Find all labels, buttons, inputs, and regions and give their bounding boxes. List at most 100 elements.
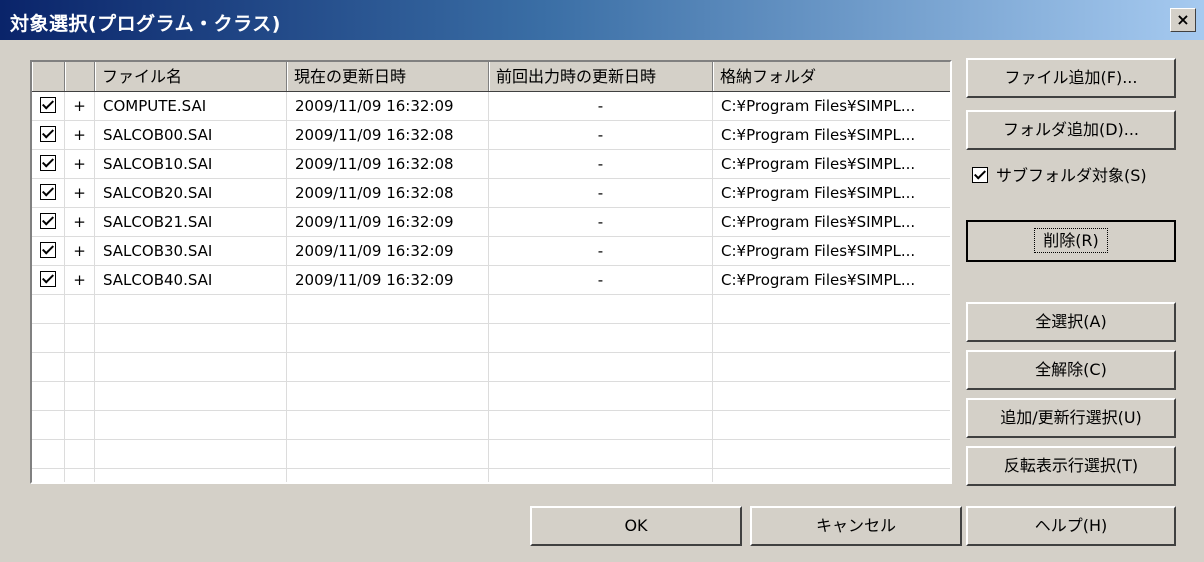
deselect-all-button[interactable]: 全解除(C) [966, 350, 1176, 390]
row-mark: + [65, 150, 95, 179]
table-row[interactable]: + SALCOB21.SAI 2009/11/09 16:32:09- C:¥Prog… [32, 208, 950, 237]
empty-cell [65, 469, 95, 482]
cell-current-datetime: 2009/11/09 16:32:09 [287, 92, 489, 121]
empty-cell [95, 324, 287, 353]
help-button[interactable]: ヘルプ(H) [966, 506, 1176, 546]
cell-previous-datetime: - [489, 237, 713, 266]
empty-cell [489, 440, 713, 469]
row-checkbox[interactable] [32, 266, 65, 295]
empty-row [32, 324, 950, 353]
row-checkbox[interactable] [32, 121, 65, 150]
table-row[interactable]: + SALCOB40.SAI 2009/11/09 16:32:09- C:¥Prog… [32, 266, 950, 295]
select-all-button[interactable]: 全選択(A) [966, 302, 1176, 342]
dialog-window: 対象選択(プログラム・クラス) × ファイル名 現在の更新日時 前回出力時の更新… [0, 0, 1204, 562]
empty-cell [95, 411, 287, 440]
cell-folder: C:¥Program Files¥SIMPL... [713, 179, 950, 208]
row-checkbox[interactable] [32, 208, 65, 237]
header-check[interactable] [32, 62, 65, 91]
cancel-button[interactable]: キャンセル [750, 506, 962, 546]
cell-folder: C:¥Program Files¥SIMPL... [713, 266, 950, 295]
delete-button[interactable]: 削除(R) [966, 220, 1176, 262]
empty-cell [32, 324, 65, 353]
empty-row [32, 353, 950, 382]
row-mark: + [65, 179, 95, 208]
header-folder[interactable]: 格納フォルダ [713, 62, 950, 91]
title-bar: 対象選択(プログラム・クラス) × [0, 0, 1204, 40]
select-updated-rows-button[interactable]: 追加/更新行選択(U) [966, 398, 1176, 438]
table-row[interactable]: + COMPUTE.SAI 2009/11/09 16:32:09- C:¥Progr… [32, 92, 950, 121]
header-mark[interactable] [65, 62, 95, 91]
empty-cell [287, 469, 489, 482]
empty-cell [489, 295, 713, 324]
add-file-button[interactable]: ファイル追加(F)... [966, 58, 1176, 98]
cell-previous-datetime: - [489, 150, 713, 179]
header-current-datetime[interactable]: 現在の更新日時 [287, 62, 489, 91]
select-inverted-rows-button[interactable]: 反転表示行選択(T) [966, 446, 1176, 486]
window-title: 対象選択(プログラム・クラス) [10, 13, 281, 35]
cell-previous-datetime: - [489, 179, 713, 208]
cell-previous-datetime: - [489, 121, 713, 150]
cell-folder: C:¥Program Files¥SIMPL... [713, 208, 950, 237]
table-row[interactable]: + SALCOB20.SAI 2009/11/09 16:32:08- C:¥Prog… [32, 179, 950, 208]
header-previous-datetime[interactable]: 前回出力時の更新日時 [489, 62, 713, 91]
empty-cell [713, 382, 950, 411]
ok-button[interactable]: OK [530, 506, 742, 546]
empty-cell [287, 324, 489, 353]
empty-cell [32, 382, 65, 411]
cell-current-datetime: 2009/11/09 16:32:08 [287, 179, 489, 208]
table-row[interactable]: + SALCOB10.SAI 2009/11/09 16:32:08- C:¥Prog… [32, 150, 950, 179]
row-checkbox[interactable] [32, 150, 65, 179]
checkbox-icon[interactable] [40, 242, 56, 258]
cell-folder: C:¥Program Files¥SIMPL... [713, 92, 950, 121]
table-row[interactable]: + SALCOB00.SAI 2009/11/09 16:32:08- C:¥Prog… [32, 121, 950, 150]
empty-cell [32, 440, 65, 469]
checkbox-icon[interactable] [40, 126, 56, 142]
empty-cell [95, 353, 287, 382]
subfolder-check-icon[interactable] [972, 167, 988, 183]
empty-cell [713, 353, 950, 382]
empty-row [32, 382, 950, 411]
row-checkbox[interactable] [32, 237, 65, 266]
empty-cell [32, 411, 65, 440]
empty-cell [489, 411, 713, 440]
table-row[interactable]: + SALCOB30.SAI 2009/11/09 16:32:09- C:¥Prog… [32, 237, 950, 266]
close-button[interactable]: × [1170, 8, 1196, 32]
checkbox-icon[interactable] [40, 97, 56, 113]
grid-header: ファイル名 現在の更新日時 前回出力時の更新日時 格納フォルダ [32, 62, 950, 92]
checkbox-icon[interactable] [40, 155, 56, 171]
empty-cell [65, 353, 95, 382]
row-mark: + [65, 121, 95, 150]
add-folder-button[interactable]: フォルダ追加(D)... [966, 110, 1176, 150]
empty-cell [95, 440, 287, 469]
empty-cell [287, 382, 489, 411]
row-mark: + [65, 266, 95, 295]
empty-cell [287, 411, 489, 440]
empty-row [32, 295, 950, 324]
empty-cell [489, 324, 713, 353]
cell-folder: C:¥Program Files¥SIMPL... [713, 121, 950, 150]
checkbox-icon[interactable] [40, 184, 56, 200]
row-checkbox[interactable] [32, 92, 65, 121]
checkbox-icon[interactable] [40, 213, 56, 229]
empty-cell [65, 295, 95, 324]
empty-cell [287, 440, 489, 469]
checkbox-icon[interactable] [40, 271, 56, 287]
row-mark: + [65, 208, 95, 237]
cell-current-datetime: 2009/11/09 16:32:09 [287, 208, 489, 237]
row-mark: + [65, 237, 95, 266]
empty-cell [489, 353, 713, 382]
cell-filename: COMPUTE.SAI [95, 92, 287, 121]
row-checkbox[interactable] [32, 179, 65, 208]
cell-previous-datetime: - [489, 208, 713, 237]
subfolder-checkbox[interactable]: サブフォルダ対象(S) [972, 162, 1147, 186]
cell-filename: SALCOB10.SAI [95, 150, 287, 179]
header-filename[interactable]: ファイル名 [95, 62, 287, 91]
file-grid: ファイル名 現在の更新日時 前回出力時の更新日時 格納フォルダ + COMPUTE… [30, 60, 952, 484]
cell-previous-datetime: - [489, 92, 713, 121]
cell-filename: SALCOB20.SAI [95, 179, 287, 208]
empty-row [32, 469, 950, 482]
cell-current-datetime: 2009/11/09 16:32:09 [287, 266, 489, 295]
cell-filename: SALCOB21.SAI [95, 208, 287, 237]
empty-cell [32, 353, 65, 382]
empty-cell [65, 411, 95, 440]
